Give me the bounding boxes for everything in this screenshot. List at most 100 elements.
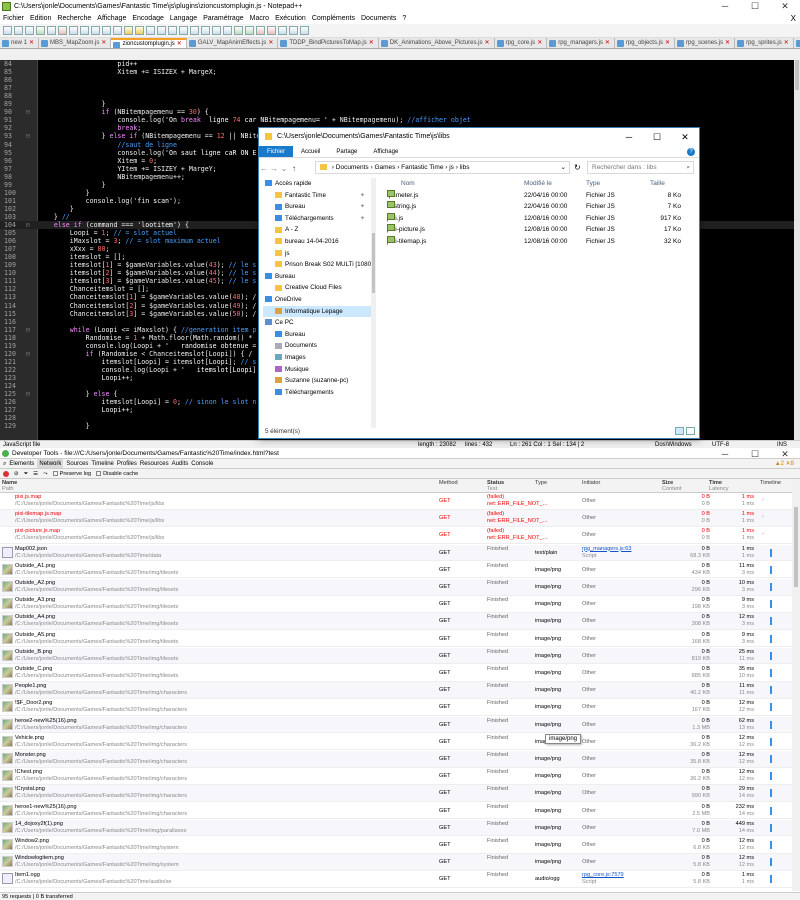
col-initiator[interactable]: Initiator — [582, 480, 600, 486]
col-method[interactable]: Method — [439, 480, 458, 486]
search-box[interactable]: Rechercher dans : libs ⌕ — [587, 161, 694, 174]
record-icon[interactable] — [3, 470, 9, 477]
find-icon[interactable] — [135, 26, 144, 35]
nav-item-17[interactable]: Suzanne (suzanne-pc) — [263, 375, 373, 387]
ribbon-tab-2[interactable]: Partage — [328, 146, 365, 157]
network-row[interactable]: Outside_A1.png/C:/Users/jonle/Documents/… — [0, 562, 792, 579]
search-icon[interactable]: ⌕ — [3, 459, 6, 468]
ribbon-tab-1[interactable]: Accueil — [293, 146, 328, 157]
menu-item-0[interactable]: Fichier — [3, 13, 24, 24]
request-initiator[interactable]: rpg_core.js:7579 Script — [582, 872, 624, 886]
tab-4[interactable]: TDDP_BindPicturesToMap.js ✕ — [278, 38, 379, 48]
nav-item-15[interactable]: Images — [263, 352, 373, 364]
zoom-out-icon[interactable] — [168, 26, 177, 35]
file-row[interactable]: pixi.js 12/08/16 00:00 Fichier JS 917 Ko — [383, 212, 695, 224]
network-row[interactable]: heroe1-new%25(16).png/C:/Users/jonle/Doc… — [0, 803, 792, 820]
network-row[interactable]: Monster.png/C:/Users/jonle/Documents/Gam… — [0, 751, 792, 768]
menu-item-7[interactable]: Macro — [250, 13, 269, 24]
network-row[interactable]: Outside_C.png/C:/Users/jonle/Documents/G… — [0, 665, 792, 682]
unfold-icon[interactable] — [245, 26, 254, 35]
copy-icon[interactable] — [91, 26, 100, 35]
network-row[interactable]: !Chest.png/C:/Users/jonle/Documents/Game… — [0, 768, 792, 785]
view-list-icon[interactable]: ☰ — [33, 469, 38, 479]
col-status[interactable]: Status Text — [487, 480, 504, 492]
network-row[interactable]: !$F_Door2.png/C:/Users/jonle/Documents/G… — [0, 699, 792, 716]
tab-3[interactable]: GALV_MapAnimEffects.js ✕ — [186, 38, 279, 48]
devtools-tab-profiles[interactable]: Profiles — [117, 459, 137, 468]
ribbon-tab-0[interactable]: Fichier — [259, 146, 294, 157]
network-row[interactable]: heroe2-new%25(16).png/C:/Users/jonle/Doc… — [0, 716, 792, 734]
new-file-icon[interactable] — [3, 26, 12, 35]
show-all-icon[interactable] — [212, 26, 221, 35]
large-icons-view-icon[interactable] — [686, 427, 695, 435]
network-scrollbar[interactable] — [792, 479, 800, 891]
tab-5[interactable]: DK_Animations_Above_Pictures.js ✕ — [378, 38, 495, 48]
network-row[interactable]: pixi-tilemap.js.map/C:/Users/jonle/Docum… — [0, 510, 792, 527]
menu-item-11[interactable]: ? — [402, 13, 406, 24]
tab-close-icon[interactable]: ✕ — [665, 40, 670, 46]
tab-1[interactable]: MBS_MapZoom.js ✕ — [39, 38, 112, 48]
up-arrow-icon[interactable]: ↑ — [289, 164, 299, 173]
devtools-tab-resources[interactable]: Resources — [140, 459, 169, 468]
nav-item-12[interactable]: Ce PC — [263, 317, 373, 329]
breadcrumb-4[interactable]: libs — [460, 164, 470, 171]
tab-0[interactable]: new 1 ✕ — [0, 38, 40, 48]
column-modified[interactable]: Modifié le — [524, 178, 552, 190]
tab-close-icon[interactable]: ✕ — [177, 41, 182, 47]
menu-item-6[interactable]: Paramétrage — [203, 13, 243, 24]
nav-item-10[interactable]: OneDrive — [263, 294, 373, 306]
nav-item-1[interactable]: Fantastic Time ✦ — [263, 190, 373, 202]
close-all-icon[interactable] — [58, 26, 67, 35]
minimize-button[interactable]: ─ — [710, 0, 740, 13]
overview-icon[interactable]: ⤳ — [43, 469, 47, 479]
open-file-icon[interactable] — [14, 26, 23, 35]
explorer-minimize-button[interactable]: ─ — [615, 128, 643, 146]
tab-9[interactable]: rpg_scenes.js ✕ — [675, 38, 736, 48]
explorer-close-button[interactable]: ✕ — [671, 128, 699, 146]
network-row[interactable]: Item1.ogg/C:/Users/jonle/Documents/Games… — [0, 871, 792, 888]
devtools-tab-sources[interactable]: Sources — [66, 459, 88, 468]
sync-h-icon[interactable] — [190, 26, 199, 35]
devtools-tab-elements[interactable]: Elements — [9, 459, 34, 468]
nav-item-3[interactable]: Téléchargements ✦ — [263, 213, 373, 225]
tab-close-icon[interactable]: ✕ — [29, 40, 34, 46]
clear-icon[interactable]: ⊘ — [14, 469, 19, 479]
network-row[interactable]: People1.png/C:/Users/jonle/Documents/Gam… — [0, 682, 792, 699]
network-row[interactable]: Map002.json/C:/Users/jonle/Documents/Gam… — [0, 544, 792, 562]
menu-close-icon[interactable]: X — [791, 13, 796, 24]
pin-icon[interactable]: ✦ — [360, 190, 365, 202]
col-name[interactable]: Name Path — [2, 480, 17, 492]
col-timeline[interactable]: Timeline — [760, 480, 781, 486]
details-view-icon[interactable] — [675, 427, 684, 435]
devtools-tab-audits[interactable]: Audits — [172, 459, 189, 468]
nav-item-7[interactable]: Prison Break S02 MULTi [1080.. — [263, 259, 373, 271]
file-row[interactable]: lz-string.js 22/04/16 00:00 Fichier JS 7 Ko — [383, 201, 695, 212]
network-row[interactable]: Window2.png/C:/Users/jonle/Documents/Gam… — [0, 837, 792, 854]
breadcrumb-2[interactable]: Fantastic Time — [401, 164, 443, 171]
network-row[interactable]: Outside_B.png/C:/Users/jonle/Documents/G… — [0, 647, 792, 665]
nav-item-9[interactable]: Creative Cloud Files — [263, 282, 373, 294]
network-row[interactable]: Outside_A3.png/C:/Users/jonle/Documents/… — [0, 596, 792, 613]
zoom-in-icon[interactable] — [157, 26, 166, 35]
breadcrumb-0[interactable]: Documents — [336, 164, 369, 171]
recent-chevron-icon[interactable]: ⌄ — [279, 164, 289, 173]
nav-item-11[interactable]: Informatique Lepage — [263, 305, 373, 318]
warnings-counter[interactable]: ▲2 ✕8 — [775, 459, 794, 469]
nav-item-5[interactable]: bureau 14-04-2016 — [263, 236, 373, 248]
column-type[interactable]: Type — [586, 178, 600, 190]
close-button[interactable]: ✕ — [770, 0, 800, 13]
nav-item-18[interactable]: Téléchargements — [263, 387, 373, 399]
menu-item-3[interactable]: Affichage — [97, 13, 126, 24]
nav-item-13[interactable]: Bureau — [263, 329, 373, 341]
tab-10[interactable]: rpg_sprites.js ✕ — [735, 38, 794, 48]
devtools-tab-timeline[interactable]: Timeline — [91, 459, 113, 468]
undo-icon[interactable] — [113, 26, 122, 35]
col-size[interactable]: Size Content — [662, 480, 682, 492]
print-icon[interactable] — [69, 26, 78, 35]
menu-item-9[interactable]: Compléments — [312, 13, 355, 24]
menu-item-8[interactable]: Exécution — [275, 13, 306, 24]
pin-icon[interactable]: ✦ — [360, 201, 365, 213]
menu-item-5[interactable]: Langage — [170, 13, 197, 24]
col-type[interactable]: Type — [535, 480, 547, 486]
save-macro-icon[interactable] — [300, 26, 309, 35]
